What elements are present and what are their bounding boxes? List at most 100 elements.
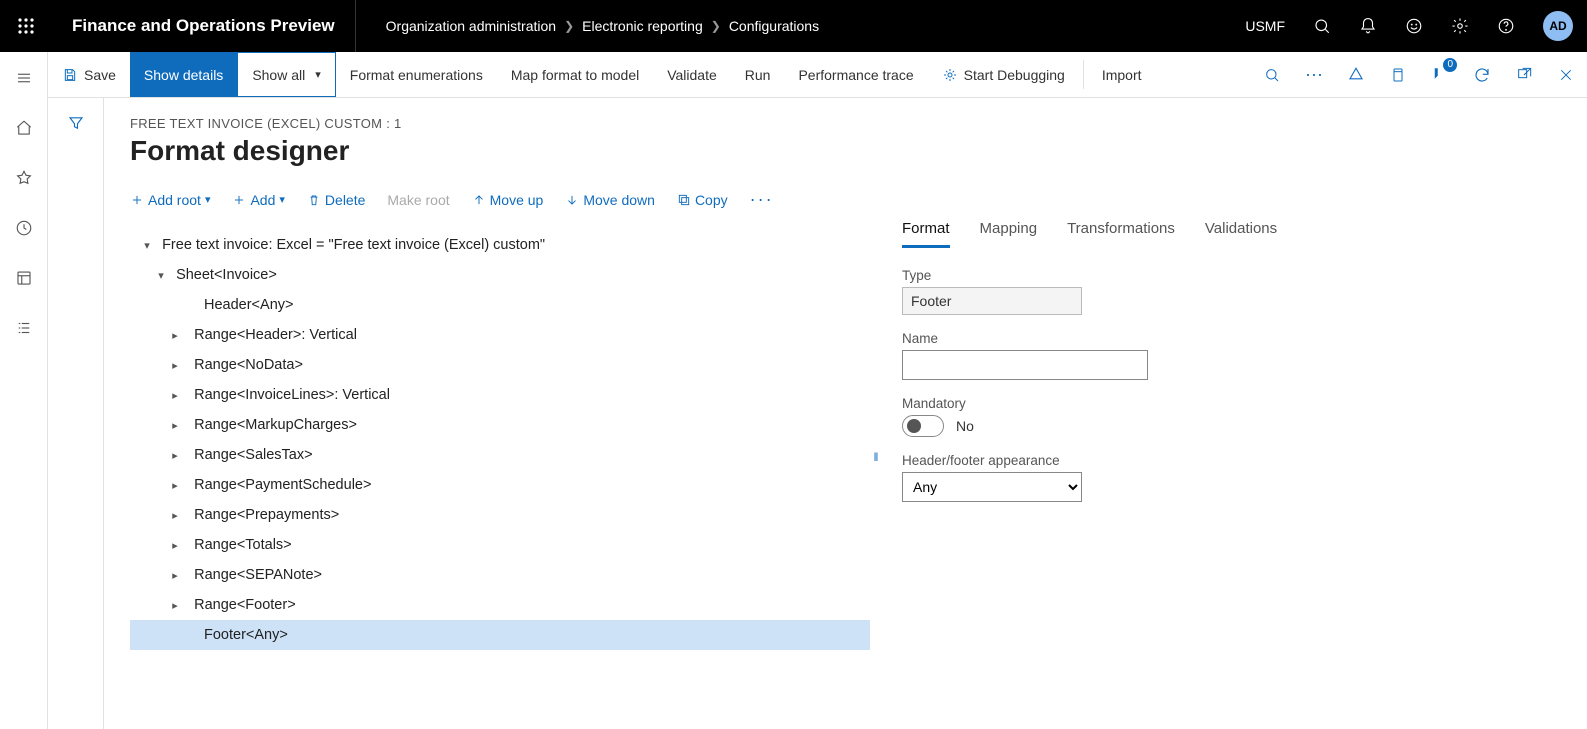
separator <box>1083 60 1084 89</box>
delete-label: Delete <box>325 192 365 208</box>
expand-icon[interactable]: ▸ <box>168 329 182 342</box>
move-up-button[interactable]: Move up <box>472 192 544 208</box>
refresh-button[interactable] <box>1461 52 1503 98</box>
tree-node[interactable]: ▸ Range<SalesTax> <box>130 440 870 470</box>
user-avatar[interactable]: AD <box>1543 11 1573 41</box>
expand-icon[interactable]: ▸ <box>168 509 182 522</box>
expand-icon[interactable]: ▸ <box>168 419 182 432</box>
help-button[interactable] <box>1483 0 1529 52</box>
tree-node-label: Range<Footer> <box>194 597 296 613</box>
tree-node[interactable]: ▸ Range<SEPANote> <box>130 560 870 590</box>
expand-icon[interactable]: ▸ <box>168 599 182 612</box>
tree-more-button[interactable]: ··· <box>750 189 774 210</box>
expand-icon[interactable]: ▸ <box>168 539 182 552</box>
delete-button[interactable]: Delete <box>307 192 365 208</box>
filter-pane-toggle[interactable] <box>48 98 104 729</box>
tab-transformations[interactable]: Transformations <box>1067 220 1175 248</box>
name-label: Name <box>902 331 1561 346</box>
expand-icon[interactable]: ▸ <box>168 569 182 582</box>
add-button[interactable]: Add▾ <box>232 192 284 208</box>
tree-node-root[interactable]: ▾ Free text invoice: Excel = "Free text … <box>130 230 870 260</box>
header-footer-label: Header/footer appearance <box>902 453 1561 468</box>
run-button[interactable]: Run <box>731 52 785 97</box>
app-title: Finance and Operations Preview <box>52 0 356 52</box>
copy-button[interactable]: Copy <box>677 192 728 208</box>
tree-node[interactable]: Header<Any> <box>130 290 870 320</box>
messages-button[interactable]: 0 <box>1419 52 1461 98</box>
tree-node[interactable]: ▸ Range<NoData> <box>130 350 870 380</box>
modules-button[interactable] <box>8 312 40 344</box>
app-launcher-button[interactable] <box>0 0 52 52</box>
more-options-button[interactable]: ··· <box>1293 52 1335 98</box>
popout-button[interactable] <box>1503 52 1545 98</box>
collapse-icon[interactable]: ▾ <box>140 239 154 252</box>
make-root-button: Make root <box>387 192 449 208</box>
add-root-button[interactable]: Add root▾ <box>130 192 210 208</box>
splitter-handle[interactable]: ‖ <box>870 220 882 729</box>
legal-entity[interactable]: USMF <box>1231 18 1299 34</box>
chevron-right-icon: ❯ <box>711 19 721 33</box>
breadcrumb-item[interactable]: Organization administration <box>386 18 556 34</box>
recent-button[interactable] <box>8 212 40 244</box>
tab-mapping[interactable]: Mapping <box>980 220 1038 248</box>
show-all-label: Show all <box>252 67 305 83</box>
copy-label: Copy <box>695 192 728 208</box>
nav-rail <box>0 52 48 729</box>
format-enumerations-button[interactable]: Format enumerations <box>336 52 497 97</box>
close-button[interactable] <box>1545 52 1587 98</box>
tab-validations[interactable]: Validations <box>1205 220 1277 248</box>
search-button[interactable] <box>1299 0 1345 52</box>
tree-node[interactable]: ▸ Range<InvoiceLines>: Vertical <box>130 380 870 410</box>
tree-node[interactable]: ▸ Range<MarkupCharges> <box>130 410 870 440</box>
attachments-button[interactable] <box>1335 52 1377 98</box>
collapse-icon[interactable]: ▾ <box>154 269 168 282</box>
save-button[interactable]: Save <box>48 52 130 97</box>
mandatory-toggle[interactable] <box>902 415 944 437</box>
tree-node-label: Range<Prepayments> <box>194 507 339 523</box>
map-format-button[interactable]: Map format to model <box>497 52 653 97</box>
breadcrumb-item[interactable]: Configurations <box>729 18 819 34</box>
expand-icon[interactable]: ▸ <box>168 359 182 372</box>
show-all-button[interactable]: Show all ▾ <box>237 52 335 97</box>
breadcrumb-item[interactable]: Electronic reporting <box>582 18 703 34</box>
tree-node[interactable]: ▸ Range<Footer> <box>130 590 870 620</box>
tree-node-sheet[interactable]: ▾ Sheet<Invoice> <box>130 260 870 290</box>
tree-node[interactable]: ▸ Range<Totals> <box>130 530 870 560</box>
notifications-button[interactable] <box>1345 0 1391 52</box>
header-footer-select[interactable]: Any <box>902 472 1082 502</box>
workspaces-button[interactable] <box>8 262 40 294</box>
expand-icon[interactable]: ▸ <box>168 479 182 492</box>
nav-expand-button[interactable] <box>8 62 40 94</box>
move-up-label: Move up <box>490 192 544 208</box>
tree-node[interactable]: ▸ Range<Header>: Vertical <box>130 320 870 350</box>
import-button[interactable]: Import <box>1088 52 1156 97</box>
tree-node-label: Range<SEPANote> <box>194 567 322 583</box>
type-label: Type <box>902 268 1561 283</box>
add-root-label: Add root <box>148 192 201 208</box>
tree-node[interactable]: ▸ Range<PaymentSchedule> <box>130 470 870 500</box>
feedback-button[interactable] <box>1391 0 1437 52</box>
expand-icon[interactable]: ▸ <box>168 449 182 462</box>
tree-node-label: Range<Totals> <box>194 537 292 553</box>
props-tabs: Format Mapping Transformations Validatio… <box>902 220 1561 248</box>
mandatory-label: Mandatory <box>902 396 1561 411</box>
start-debugging-button[interactable]: Start Debugging <box>928 52 1079 97</box>
home-button[interactable] <box>8 112 40 144</box>
show-details-label: Show details <box>144 67 223 83</box>
settings-button[interactable] <box>1437 0 1483 52</box>
tree-node[interactable]: ▸ Range<Prepayments> <box>130 500 870 530</box>
show-details-button[interactable]: Show details <box>130 52 237 97</box>
performance-trace-button[interactable]: Performance trace <box>784 52 927 97</box>
tree-node-label: Range<SalesTax> <box>194 447 313 463</box>
tree-node[interactable]: Footer<Any> <box>130 620 870 650</box>
type-value: Footer <box>902 287 1082 315</box>
topbar: Finance and Operations Preview Organizat… <box>0 0 1587 52</box>
name-input[interactable] <box>902 350 1148 380</box>
tab-format[interactable]: Format <box>902 220 950 248</box>
page-search-button[interactable] <box>1251 52 1293 98</box>
favorites-button[interactable] <box>8 162 40 194</box>
validate-button[interactable]: Validate <box>653 52 731 97</box>
office-button[interactable] <box>1377 52 1419 98</box>
expand-icon[interactable]: ▸ <box>168 389 182 402</box>
move-down-button[interactable]: Move down <box>565 192 655 208</box>
